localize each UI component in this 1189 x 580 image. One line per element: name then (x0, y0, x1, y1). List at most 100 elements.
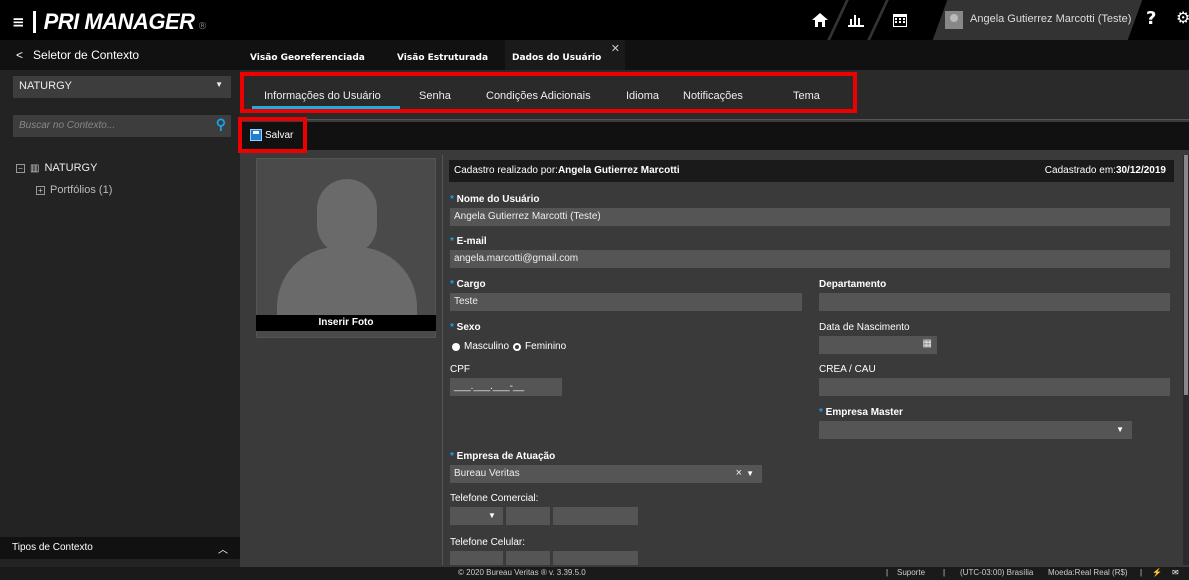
calendar-icon[interactable]: ▦ (923, 338, 932, 349)
nascimento-input[interactable]: ▦ (819, 336, 937, 354)
masculino-radio[interactable] (452, 342, 460, 351)
chevron-down-icon: ▼ (1116, 425, 1124, 434)
tree-item-label: Portfólios (1) (50, 184, 113, 196)
footer-sep: | (886, 568, 889, 577)
crea-input[interactable] (819, 378, 1170, 396)
org-icon: ▥ (30, 162, 40, 174)
registration-info: Cadastro realizado por:Angela Gutierrez … (449, 160, 1174, 182)
feminino-radio[interactable] (513, 342, 522, 351)
nascimento-label: Data de Nascimento (819, 322, 910, 333)
highlight-box-save (238, 117, 307, 153)
empresa-atuacao-select[interactable]: Bureau Veritas × ▼ (450, 465, 762, 483)
cargo-label: * Cargo (450, 279, 486, 290)
logo: ≡ PRI MANAGER ® (12, 9, 208, 35)
search-icon[interactable]: ⚲ (216, 116, 226, 133)
top-bar: ≡ PRI MANAGER ® Angela Gutierrez Marcott… (0, 0, 1189, 40)
user-name[interactable]: Angela Gutierrez Marcotti (Teste) (970, 13, 1131, 25)
masculino-label: Masculino (464, 341, 510, 352)
main-panel: Visão Georeferenciada Visão Estruturada … (238, 40, 1189, 567)
context-types-bar[interactable]: Tipos de Contexto ︿ (0, 537, 240, 559)
avatar-icon[interactable] (945, 11, 963, 29)
registered-icon: ® (197, 20, 208, 32)
toolbar: Salvar (240, 122, 1189, 150)
registered-on: 30/12/2019 (1115, 165, 1166, 176)
email-input[interactable]: angela.marcotti@gmail.com (450, 250, 1170, 268)
telefone-comercial-label: Telefone Comercial: (450, 493, 539, 504)
tree-item-label: NATURGY (44, 162, 98, 174)
chevron-down-icon: ▼ (488, 511, 496, 520)
logo-separator (32, 11, 36, 33)
settings-icon[interactable]: ⚙ (1176, 8, 1189, 27)
registered-by: Angela Gutierrez Marcotti (557, 165, 680, 176)
timezone: (UTC-03:00) Brasília (960, 568, 1034, 577)
footer: © 2020 Bureau Veritas ® v. 3.39.5.0 | Su… (0, 567, 1189, 580)
tel-cel-country-select[interactable] (450, 551, 503, 565)
tel-com-number-input[interactable] (553, 507, 638, 525)
avatar-head (317, 179, 377, 255)
footer-sep: | (943, 568, 946, 577)
footer-sep: | (1140, 568, 1143, 577)
cargo-input[interactable]: Teste (450, 293, 802, 311)
scrollbar-thumb[interactable] (1184, 155, 1188, 395)
collapse-icon[interactable]: − (16, 163, 25, 173)
departamento-label: Departamento (819, 279, 887, 290)
top-tabs: Visão Georeferenciada Visão Estruturada … (240, 40, 1189, 70)
departamento-input[interactable] (819, 293, 1170, 311)
empresa-atuacao-value: Bureau Veritas (454, 468, 520, 479)
calendar-icon[interactable] (888, 0, 912, 40)
registered-on-label: Cadastrado em: (1044, 165, 1116, 176)
feminino-label: Feminino (525, 341, 567, 352)
context-select[interactable]: NATURGY ▼ (13, 76, 231, 98)
search-placeholder: Buscar no Contexto... (19, 120, 116, 131)
brand-name: PRI MANAGER (43, 9, 195, 34)
support-link[interactable]: Suporte (897, 568, 925, 577)
tab-dados-do-usuario[interactable]: Dados do Usuário ✕ (505, 40, 625, 70)
lightning-icon[interactable]: ⚡ (1152, 568, 1162, 577)
currency[interactable]: Moeda:Real Real (R$) (1048, 568, 1128, 577)
tel-com-country-select[interactable]: ▼ (450, 507, 503, 525)
empresa-atuacao-label: * Empresa de Atuação (450, 451, 556, 462)
tel-cel-number-input[interactable] (553, 551, 638, 565)
chart-icon[interactable] (844, 0, 868, 40)
close-icon[interactable]: ✕ (611, 42, 620, 55)
telefone-celular-label: Telefone Celular: (450, 537, 526, 548)
cpf-input[interactable]: ___.___.___-__ (450, 378, 562, 396)
nome-input[interactable]: Angela Gutierrez Marcotti (Teste) (450, 208, 1170, 226)
registered-by-label: Cadastro realizado por: (454, 165, 558, 176)
divider (866, 0, 890, 40)
user-photo (256, 158, 436, 338)
sidebar-header: < Seletor de Contexto (0, 40, 240, 70)
insert-photo-button[interactable]: Inserir Foto (256, 315, 436, 331)
context-sidebar: < Seletor de Contexto NATURGY ▼ Buscar n… (0, 40, 240, 567)
scrollbar[interactable] (1183, 155, 1189, 565)
tel-cel-ddd-input[interactable] (506, 551, 550, 565)
email-label: * E-mail (450, 236, 487, 247)
tab-visao-georeferenciada[interactable]: Visão Georeferenciada (250, 40, 365, 70)
highlight-box-tabs (240, 72, 857, 113)
context-search-input[interactable]: Buscar no Contexto... ⚲ (13, 115, 231, 137)
sexo-label: * Sexo (450, 322, 481, 333)
chevron-down-icon: ▼ (746, 469, 754, 478)
cpf-label: CPF (450, 364, 470, 375)
back-icon[interactable]: < (16, 48, 23, 62)
help-icon[interactable]: ? (1146, 8, 1156, 29)
tab-label: Dados do Usuário (512, 53, 602, 63)
crea-label: CREA / CAU (819, 364, 876, 375)
expand-icon[interactable]: + (36, 185, 45, 195)
sidebar-title: Seletor de Contexto (33, 48, 140, 62)
menu-icon[interactable]: ≡ (12, 13, 25, 31)
sexo-radio-group: Masculino Feminino (452, 341, 566, 352)
mail-icon[interactable]: ✉ (1172, 568, 1179, 577)
empresa-master-select[interactable]: ▼ (819, 421, 1132, 439)
tab-visao-estruturada[interactable]: Visão Estruturada (397, 40, 488, 70)
chevron-up-icon[interactable]: ︿ (218, 541, 228, 556)
chevron-down-icon: ▼ (215, 80, 223, 89)
copyright: © 2020 Bureau Veritas ® v. 3.39.5.0 (458, 568, 586, 577)
clear-icon[interactable]: × (736, 467, 742, 479)
empresa-master-label: * Empresa Master (819, 407, 903, 418)
tel-com-ddd-input[interactable] (506, 507, 550, 525)
context-types-label: Tipos de Contexto (12, 542, 93, 553)
tree-item-portfolios[interactable]: + Portfólios (1) (36, 184, 112, 196)
context-select-value: NATURGY (19, 80, 72, 92)
tree-item-naturgy[interactable]: − ▥ NATURGY (16, 162, 97, 174)
